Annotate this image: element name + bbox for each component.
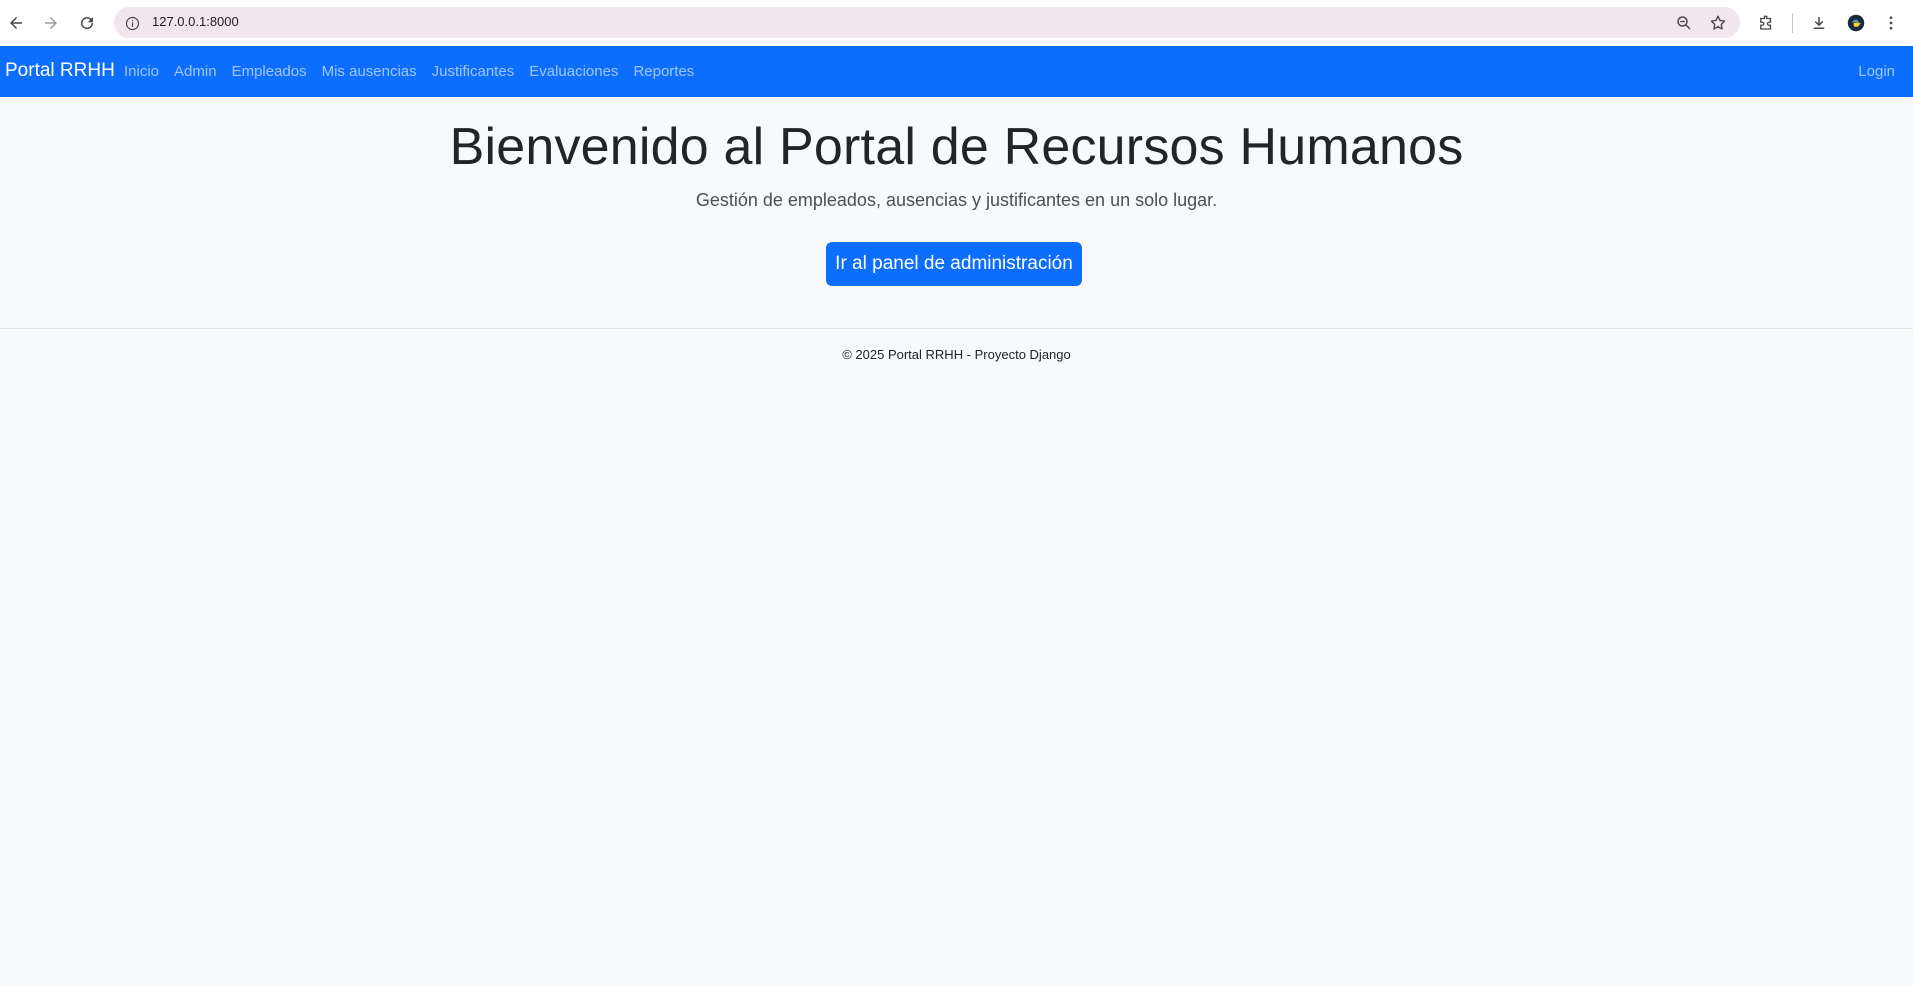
toolbar-divider	[1792, 13, 1793, 33]
nav-link-reportes[interactable]: Reportes	[633, 63, 694, 80]
star-icon[interactable]	[1706, 11, 1730, 35]
page-title: Bienvenido al Portal de Recursos Humanos	[449, 118, 1464, 176]
site-info-icon[interactable]	[122, 13, 142, 33]
zoom-icon[interactable]	[1672, 11, 1696, 35]
nav-link-admin[interactable]: Admin	[174, 63, 217, 80]
footer-text: © 2025 Portal RRHH - Proyecto Django	[842, 347, 1071, 362]
browser-toolbar: 127.0.0.1:8000	[0, 0, 1913, 46]
menu-icon[interactable]	[1875, 7, 1907, 39]
forward-icon[interactable]	[35, 7, 67, 39]
nav-link-empleados[interactable]: Empleados	[232, 63, 307, 80]
site-navbar: Portal RRHH Inicio Admin Empleados Mis a…	[0, 46, 1913, 97]
admin-panel-button[interactable]: Ir al panel de administración	[826, 242, 1082, 286]
footer-divider	[0, 328, 1913, 329]
nav-link-inicio[interactable]: Inicio	[124, 63, 159, 80]
reload-icon[interactable]	[71, 7, 103, 39]
page-subtitle: Gestión de empleados, ausencias y justif…	[695, 190, 1218, 210]
url-text[interactable]: 127.0.0.1:8000	[152, 14, 239, 29]
nav-link-evaluaciones[interactable]: Evaluaciones	[529, 63, 618, 80]
nav-link-mis-ausencias[interactable]: Mis ausencias	[322, 63, 417, 80]
login-link[interactable]: Login	[1858, 63, 1895, 80]
nav-links: Inicio Admin Empleados Mis ausencias Jus…	[124, 63, 709, 80]
back-icon[interactable]	[0, 7, 32, 39]
profile-icon[interactable]	[1840, 7, 1872, 39]
download-icon[interactable]	[1803, 7, 1835, 39]
nav-link-justificantes[interactable]: Justificantes	[432, 63, 515, 80]
extensions-icon[interactable]	[1750, 7, 1782, 39]
address-bar[interactable]: 127.0.0.1:8000	[114, 7, 1740, 38]
navbar-brand[interactable]: Portal RRHH	[5, 60, 115, 82]
